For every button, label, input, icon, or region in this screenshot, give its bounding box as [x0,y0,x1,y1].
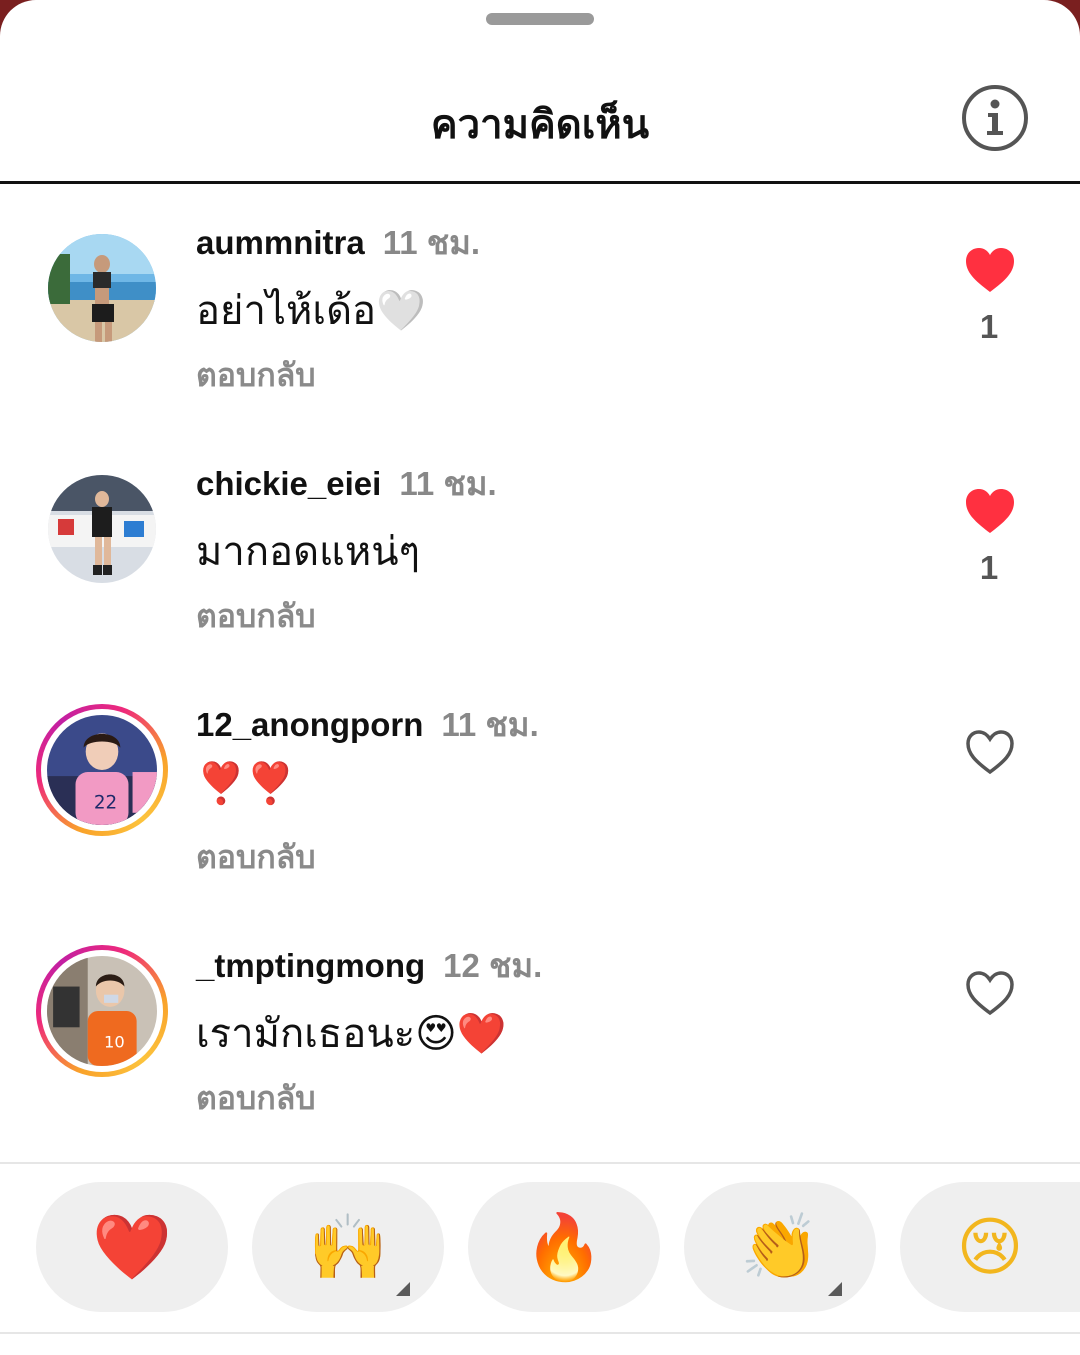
info-icon[interactable] [961,84,1029,152]
comments-sheet: ความคิดเห็น aummnitra 11 ชม. อย่าไห้เด้อ… [0,0,1080,1355]
reply-button[interactable]: ตอบกลับ [196,1073,316,1124]
comment-time: 11 ชม. [382,224,481,261]
red-heart-icon[interactable]: ❤️ [36,1182,228,1312]
clapping-hands-icon[interactable]: 👏 [684,1182,876,1312]
variant-indicator-icon [396,1282,410,1296]
like-count: 1 [979,308,999,345]
like-count: 1 [979,549,999,586]
comment-text: เรามักเธอนะ😍❤️ [196,1012,507,1056]
avatar: 22 [47,715,157,825]
comment-username[interactable]: _tmptingmong [196,947,425,984]
svg-text:22: 22 [94,793,117,814]
heart-filled-icon[interactable] [964,246,1016,294]
comment-username[interactable]: chickie_eiei [196,465,381,502]
comment-time: 12 ชม. [443,947,543,984]
comment-text: อย่าไห้เด้อ🤍 [196,289,426,333]
avatar-story-ring[interactable]: 22 [36,704,168,836]
heart-filled-icon[interactable] [964,487,1016,535]
page-title: ความคิดเห็น [430,103,650,147]
comment-time: 11 ชม. [399,465,497,502]
reply-button[interactable]: ตอบกลับ [196,591,316,642]
quick-reactions-bar: ❤️ 🙌 🔥 👏 😢 [0,1162,1080,1334]
avatar[interactable] [48,475,156,583]
comment-time: 11 ชม. [441,706,539,743]
fire-icon[interactable]: 🔥 [468,1182,660,1312]
heart-outline-icon[interactable] [964,728,1016,776]
avatar[interactable] [48,234,156,342]
comment-text: ❣️❣️ [196,761,296,807]
comment-item: chickie_eiei 11 ชม. มากอดแหน่ๆ ตอบกลับ 1 [0,425,1080,666]
comment-username[interactable]: aummnitra [196,224,365,261]
comment-username[interactable]: 12_anongporn [196,706,423,743]
comment-text: มากอดแหน่ๆ [196,530,421,574]
heart-outline-icon[interactable] [964,969,1016,1017]
svg-text:10: 10 [104,1033,125,1052]
variant-indicator-icon [828,1282,842,1296]
comment-item: 22 12_anongporn 11 ชม. ❣️❣️ ตอบกลับ [0,666,1080,907]
sheet-header: ความคิดเห็น [0,0,1080,184]
crying-face-icon[interactable]: 😢 [900,1182,1080,1312]
avatar: 10 [47,956,157,1066]
avatar-story-ring[interactable]: 10 [36,945,168,1077]
reply-button[interactable]: ตอบกลับ [196,350,316,401]
comment-item: aummnitra 11 ชม. อย่าไห้เด้อ🤍 ตอบกลับ 1 [0,184,1080,425]
comment-item: 10 _tmptingmong 12 ชม. เรามักเธอนะ😍❤️ ตอบ… [0,907,1080,1148]
raising-hands-icon[interactable]: 🙌 [252,1182,444,1312]
reply-button[interactable]: ตอบกลับ [196,832,316,883]
